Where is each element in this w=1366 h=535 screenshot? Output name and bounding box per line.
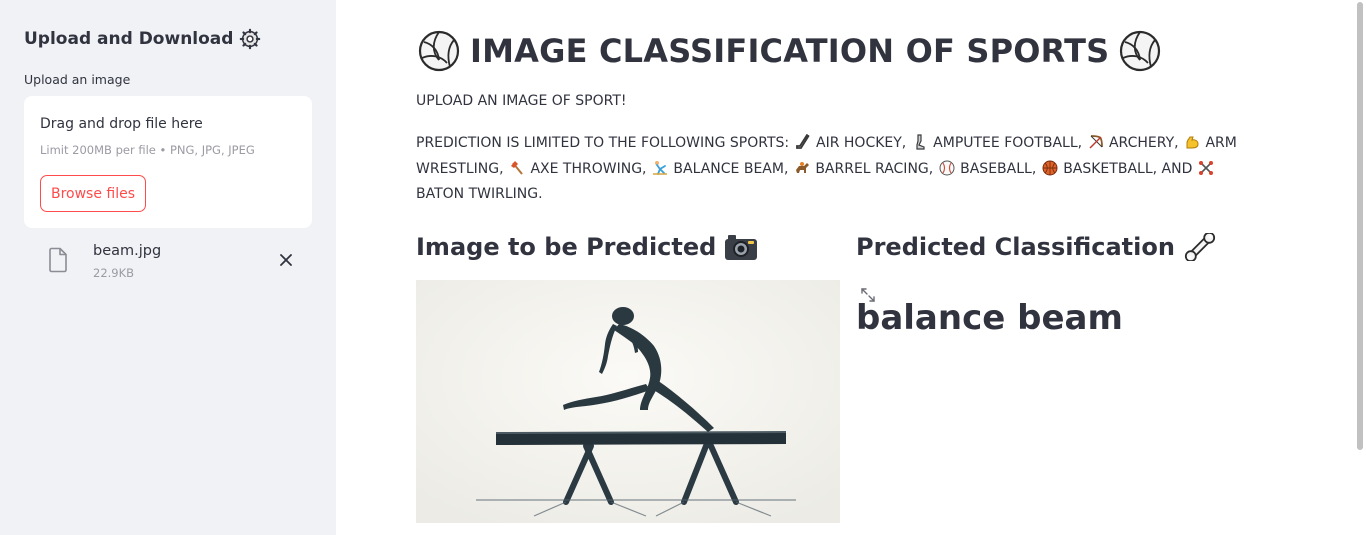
- file-icon: [49, 247, 67, 273]
- basketball-icon: [1042, 160, 1058, 175]
- page-title: IMAGE CLASSIFICATION OF SPORTS: [418, 30, 1161, 72]
- sidebar-title-text: Upload and Download: [24, 29, 234, 49]
- uploaded-file-item: beam.jpg 22.9KB: [24, 238, 312, 286]
- sidebar-title: Upload and Download: [24, 28, 261, 50]
- gear-icon: [240, 28, 261, 50]
- page-scrollbar[interactable]: [1355, 0, 1366, 535]
- volleyball-icon: [1120, 30, 1161, 72]
- sport-balance-beam: BALANCE BEAM,: [673, 160, 789, 177]
- sidebar: Upload and Download Upload an image Drag…: [0, 0, 336, 535]
- prosthetic-leg-icon: [916, 134, 925, 150]
- camera-icon: [725, 235, 758, 260]
- gymnast-icon: [652, 160, 667, 175]
- supported-sports-text: PREDICTION IS LIMITED TO THE FOLLOWING S…: [416, 131, 1256, 208]
- sport-barrel-racing: BARREL RACING,: [815, 160, 934, 177]
- prediction-heading-text: Predicted Classification: [856, 233, 1175, 261]
- sport-archery: ARCHERY,: [1108, 135, 1179, 151]
- upload-label: Upload an image: [24, 72, 131, 87]
- sport-axe-throwing: AXE THROWING,: [530, 160, 647, 177]
- wrench-icon: [1184, 233, 1216, 261]
- sport-basketball: BASKETBALL, AND: [1063, 160, 1193, 177]
- axe-icon: [511, 160, 523, 175]
- horse-racing-icon: [795, 161, 809, 173]
- flexed-bicep-icon: [1186, 136, 1199, 149]
- baseball-icon: [939, 160, 955, 175]
- dropzone-title: Drag and drop file here: [40, 116, 203, 132]
- remove-file-close-icon[interactable]: [276, 250, 296, 270]
- sport-amputee-football: AMPUTEE FOOTBALL,: [933, 135, 1083, 151]
- gymnast-image: [416, 280, 840, 523]
- dropzone-limit: Limit 200MB per file • PNG, JPG, JPEG: [40, 143, 255, 157]
- sport-baton-twirling: BATON TWIRLING.: [416, 186, 543, 202]
- predicted-classification-heading: Predicted Classification: [856, 233, 1217, 261]
- prediction-intro: PREDICTION IS LIMITED TO THE FOLLOWING S…: [416, 135, 790, 151]
- upload-prompt: UPLOAD AN IMAGE OF SPORT!: [416, 93, 627, 109]
- image-heading-text: Image to be Predicted: [416, 233, 717, 261]
- image-to-be-predicted-heading: Image to be Predicted: [416, 233, 758, 261]
- predicted-class-result: balance beam: [856, 298, 1123, 338]
- file-size: 22.9KB: [93, 266, 135, 280]
- file-dropzone[interactable]: Drag and drop file here Limit 200MB per …: [24, 96, 312, 228]
- uploaded-image-gymnast-on-balance-beam: [416, 280, 840, 523]
- bow-and-arrow-icon: [1089, 135, 1103, 149]
- browse-files-button[interactable]: Browse files: [40, 175, 146, 212]
- file-name: beam.jpg: [93, 243, 162, 259]
- sport-baseball: BASEBALL,: [960, 160, 1037, 177]
- batons-icon: [1198, 160, 1213, 175]
- page-title-text: IMAGE CLASSIFICATION OF SPORTS: [470, 32, 1110, 70]
- scrollbar-thumb[interactable]: [1357, 2, 1363, 450]
- volleyball-icon: [418, 30, 460, 72]
- sport-air-hockey: AIR HOCKEY,: [816, 135, 907, 151]
- main-content: IMAGE CLASSIFICATION OF SPORTS UPLOAD AN…: [336, 0, 1366, 535]
- hockey-stick-icon: [795, 134, 809, 149]
